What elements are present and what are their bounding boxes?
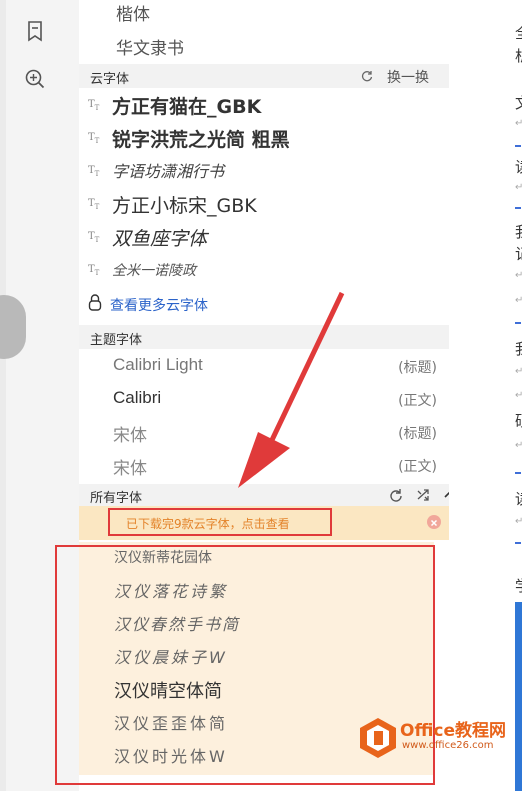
doc-text: 文 bbox=[515, 92, 522, 113]
doc-text: 我 bbox=[515, 221, 522, 242]
paragraph-mark: ↵ bbox=[515, 118, 522, 129]
paragraph-mark: ↵ bbox=[515, 270, 522, 281]
doc-text: 学 bbox=[515, 575, 522, 596]
watermark-url: www.office26.com bbox=[402, 740, 494, 751]
doc-link[interactable] bbox=[515, 472, 521, 474]
doc-text: 析 bbox=[515, 45, 522, 66]
doc-text: 全 bbox=[515, 22, 522, 43]
doc-link[interactable] bbox=[515, 542, 521, 544]
doc-link[interactable] bbox=[515, 322, 521, 324]
doc-text: 记 bbox=[515, 243, 522, 264]
doc-link[interactable] bbox=[515, 145, 521, 147]
paragraph-mark: ↵ bbox=[515, 516, 522, 527]
paragraph-mark: ↵ bbox=[515, 390, 522, 401]
paragraph-mark: ↵ bbox=[515, 295, 522, 306]
paragraph-mark: ↵ bbox=[515, 440, 522, 451]
paragraph-mark: ↵ bbox=[515, 366, 522, 377]
doc-text: 硕 bbox=[515, 410, 522, 431]
watermark-brand: Office教程网 bbox=[400, 721, 507, 741]
doc-link[interactable] bbox=[515, 207, 521, 209]
annotation-arrow bbox=[238, 291, 345, 488]
office-logo-icon bbox=[360, 718, 396, 758]
document-area: 全 析 文 ↵ 读 ↵ 我 记 ↵ ↵ 我 ↵ ↵ 硕 ↵ 读 ↵ 学 bbox=[449, 0, 522, 791]
paragraph-mark: ↵ bbox=[515, 182, 522, 193]
doc-text: 读 bbox=[515, 156, 522, 177]
doc-text: 读 bbox=[515, 488, 522, 509]
watermark: Office教程网 www.office26.com bbox=[356, 712, 520, 788]
doc-text: 我 bbox=[515, 338, 522, 359]
